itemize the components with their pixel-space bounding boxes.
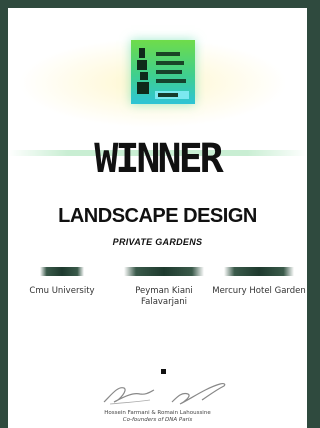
field-lead-designer: Peyman Kiani Falavarjani (122, 267, 206, 308)
field-label-blurred (40, 267, 84, 276)
field-project-name: Mercury Hotel Garden (211, 267, 307, 297)
award-title: WINNER (94, 136, 224, 182)
field-value: Peyman Kiani Falavarjani (135, 286, 193, 307)
field-label-blurred (124, 267, 204, 276)
certificate: WINNER LANDSCAPE DESIGN PRIVATE GARDENS … (8, 8, 307, 428)
signatories: Hossein Farmani & Romain Lahoussine (104, 410, 211, 416)
award-subcategory: PRIVATE GARDENS (112, 237, 203, 247)
signatories-role: Co-founders of DNA Paris (122, 417, 193, 423)
field-value: Cmu University (29, 286, 95, 296)
dna-mark-icon (137, 48, 151, 96)
signature-left (103, 387, 155, 405)
signature-right (171, 383, 226, 405)
award-category: LANDSCAPE DESIGN (58, 205, 257, 227)
field-label-blurred (224, 267, 294, 276)
award-logo (131, 40, 195, 104)
decorative-dot (161, 369, 166, 374)
field-company: Cmu University (22, 267, 102, 297)
field-value: Mercury Hotel Garden (212, 286, 306, 296)
